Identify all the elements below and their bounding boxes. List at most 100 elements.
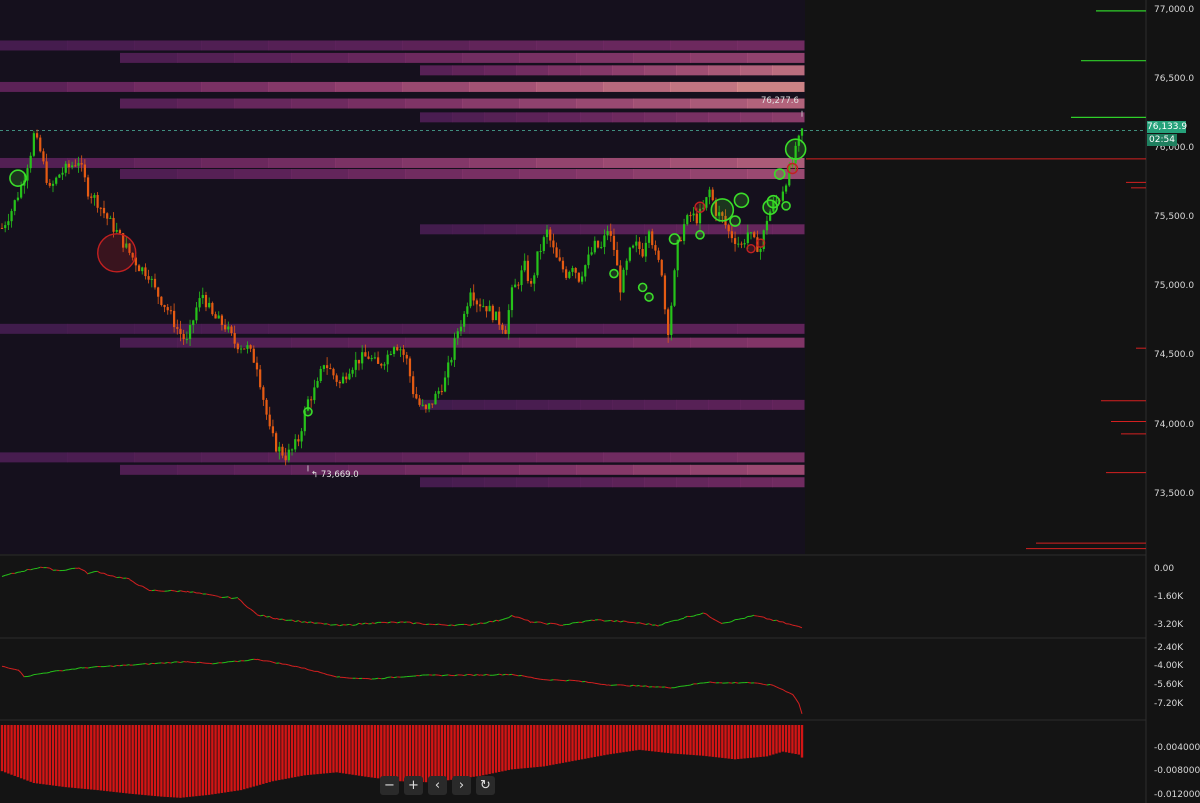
- candle-body: [494, 311, 498, 321]
- candle-body: [418, 398, 421, 405]
- delta-bar: [105, 725, 109, 792]
- indicator-line-segment: [760, 616, 764, 618]
- delta-bar: [42, 725, 45, 785]
- delta-bar: [70, 725, 74, 788]
- candle-body: [169, 310, 173, 312]
- candle-body: [456, 331, 459, 339]
- candle-body: [539, 250, 542, 252]
- delta-bar: [644, 725, 648, 751]
- candle-body: [338, 381, 341, 384]
- delta-bar: [185, 725, 189, 798]
- delta-bar: [19, 725, 23, 779]
- delta-bar: [437, 725, 440, 782]
- candle-body: [781, 191, 784, 201]
- candle-body: [370, 358, 373, 360]
- order-book-level: [576, 52, 634, 63]
- order-book-level: [519, 464, 577, 475]
- delta-bar: [306, 725, 310, 776]
- delta-bar: [574, 725, 577, 761]
- order-book-level: [134, 452, 202, 463]
- indicator-line-segment: [52, 670, 57, 672]
- delta-bar: [54, 725, 58, 786]
- candle-body: [192, 320, 195, 326]
- order-book-level: [469, 40, 537, 51]
- order-book-level: [177, 169, 235, 180]
- candle-body: [102, 207, 106, 214]
- order-book-level: [201, 40, 269, 51]
- candle-body: [565, 269, 568, 278]
- candle-body: [182, 333, 185, 340]
- candle-body: [278, 446, 281, 452]
- order-book-level: [747, 52, 805, 63]
- delta-bar: [577, 725, 581, 760]
- indicator-line-segment: [709, 681, 713, 684]
- delta-bar: [303, 725, 306, 776]
- sub-panel-background: [0, 556, 1146, 637]
- delta-bar: [252, 725, 255, 787]
- order-book-level: [348, 52, 406, 63]
- order-book-level: [536, 40, 604, 51]
- candle-body: [341, 376, 345, 384]
- delta-bar: [756, 725, 759, 758]
- order-book-level: [452, 112, 485, 123]
- candle-body: [233, 333, 236, 344]
- delta-bar: [354, 725, 357, 776]
- candle-body: [498, 311, 501, 325]
- indicator-line-segment: [792, 624, 796, 627]
- order-book-level: [462, 464, 520, 475]
- scroll-right-button[interactable]: ›: [452, 776, 471, 795]
- candle-body: [255, 362, 259, 370]
- delta-bar: [762, 725, 765, 757]
- delta-bar: [118, 725, 122, 793]
- delta-bar: [737, 725, 740, 760]
- indicator-line-segment: [441, 674, 446, 677]
- delta-bar: [61, 725, 64, 787]
- candle-body: [514, 284, 517, 288]
- sell-trade-bubble: [786, 162, 799, 175]
- reset-chart-button[interactable]: ↻: [476, 776, 495, 795]
- candle-body: [389, 353, 392, 355]
- candle-body: [753, 232, 756, 238]
- indicator-line-segment: [393, 621, 398, 624]
- chart-canvas[interactable]: [0, 0, 1200, 803]
- candle-body: [396, 347, 399, 351]
- candle-body: [437, 391, 440, 394]
- candle-body: [686, 215, 689, 225]
- zoom-out-button[interactable]: −: [380, 776, 399, 795]
- delta-bar: [596, 725, 600, 757]
- order-book-level: [670, 323, 738, 334]
- candle-body: [322, 365, 326, 369]
- zoom-in-button[interactable]: +: [404, 776, 423, 795]
- candle-body: [453, 338, 456, 360]
- delta-bar: [176, 725, 179, 798]
- delta-bar: [663, 725, 667, 753]
- candle-body: [345, 376, 348, 380]
- order-book-level: [536, 323, 604, 334]
- order-book-level: [548, 65, 581, 76]
- candle-body: [262, 387, 265, 400]
- candle-body: [431, 403, 434, 405]
- delta-bar: [682, 725, 686, 755]
- scroll-left-button[interactable]: ‹: [428, 776, 447, 795]
- order-book-level: [335, 157, 403, 168]
- indicator-line-segment: [212, 594, 216, 597]
- delta-bar: [166, 725, 169, 798]
- order-book-level: [690, 52, 748, 63]
- delta-bar: [217, 725, 220, 794]
- delta-bar: [494, 725, 498, 773]
- order-book-level: [516, 477, 549, 488]
- delta-bar: [281, 725, 284, 780]
- order-book-level: [452, 399, 485, 410]
- delta-bar: [676, 725, 679, 754]
- candle-body: [223, 325, 227, 330]
- candle-body: [96, 195, 99, 208]
- candle-body: [415, 394, 418, 399]
- delta-bar: [386, 725, 389, 780]
- candle-body: [0, 227, 4, 229]
- delta-bar: [701, 725, 705, 756]
- order-book-level: [405, 169, 463, 180]
- order-book-level: [548, 477, 581, 488]
- order-book-level: [737, 452, 805, 463]
- candle-body: [109, 217, 112, 219]
- indicator-line-segment: [591, 682, 595, 684]
